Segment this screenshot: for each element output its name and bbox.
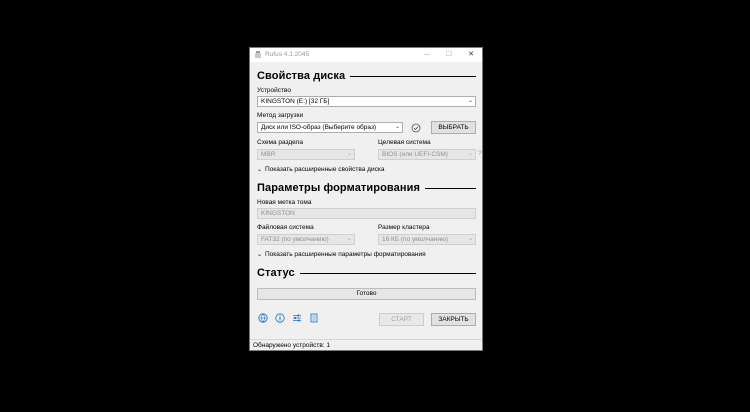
cluster-size-value: 16 КБ (по умолчанию) — [382, 236, 449, 243]
check-hash-icon[interactable] — [411, 123, 421, 133]
drive-properties-heading: Свойства диска — [257, 69, 476, 83]
device-value: KINGSTON (E:) [32 ГБ] — [261, 98, 330, 105]
partition-scheme-label: Схема раздела — [257, 139, 303, 146]
devices-found-text: Обнаружено устройств: 1 — [253, 342, 330, 349]
target-system-select[interactable]: BIOS (или UEFI-CSM) ⌄ — [378, 149, 476, 160]
drive-properties-title: Свойства диска — [257, 70, 346, 82]
select-image-button[interactable]: ВЫБРАТЬ — [431, 121, 476, 134]
chevron-down-icon: ⌄ — [394, 124, 400, 130]
status-text: Готово — [356, 290, 377, 297]
boot-method-value: Диск или ISO-образ (Выберите образ) — [261, 124, 377, 131]
status-heading: Статус — [257, 266, 476, 280]
file-system-select[interactable]: FAT32 (по умолчанию) ⌄ — [257, 234, 355, 245]
target-help-icon[interactable]: ? — [478, 150, 482, 157]
advanced-format-label: Показать расширенные параметры форматиро… — [265, 251, 426, 258]
chevron-down-icon: ⌄ — [257, 167, 263, 173]
boot-method-label: Метод загрузки — [257, 112, 304, 119]
advanced-format-toggle[interactable]: ⌄ Показать расширенные параметры форматир… — [257, 251, 426, 258]
volume-label-value: KINGSTON — [261, 210, 295, 217]
target-system-value: BIOS (или UEFI-CSM) — [382, 151, 448, 158]
chevron-down-icon: ⌄ — [346, 151, 352, 157]
status-footer: Обнаружено устройств: 1 — [250, 339, 482, 350]
chevron-down-icon: ⌄ — [346, 236, 352, 242]
chevron-down-icon: ⌄ — [467, 98, 473, 104]
cluster-size-label: Размер кластера — [378, 224, 430, 231]
cluster-size-select[interactable]: 16 КБ (по умолчанию) ⌄ — [378, 234, 476, 245]
status-title: Статус — [257, 267, 295, 279]
target-system-label: Целевая система — [378, 139, 431, 146]
language-icon[interactable] — [258, 313, 268, 323]
chevron-down-icon: ⌄ — [467, 236, 473, 242]
format-options-title: Параметры форматирования — [257, 182, 420, 194]
minimize-button[interactable]: — — [416, 48, 438, 62]
title-bar: Rufus 4.1.2045 — ☐ ✕ — [250, 48, 482, 62]
maximize-button[interactable]: ☐ — [438, 48, 460, 62]
advanced-drive-label: Показать расширенные свойства диска — [265, 166, 385, 173]
close-window-button[interactable]: ✕ — [460, 48, 482, 62]
device-select[interactable]: KINGSTON (E:) [32 ГБ] ⌄ — [257, 96, 476, 107]
volume-label-label: Новая метка тома — [257, 199, 312, 206]
partition-scheme-value: MBR — [261, 151, 276, 158]
advanced-drive-toggle[interactable]: ⌄ Показать расширенные свойства диска — [257, 166, 384, 173]
close-button[interactable]: ЗАКРЫТЬ — [431, 313, 476, 326]
section-divider — [350, 75, 476, 77]
status-progress-bar: Готово — [257, 288, 476, 300]
partition-scheme-select[interactable]: MBR ⌄ — [257, 149, 355, 160]
section-divider — [299, 272, 476, 274]
boot-method-select[interactable]: Диск или ISO-образ (Выберите образ) ⌄ — [257, 122, 403, 133]
chevron-down-icon: ⌄ — [467, 151, 473, 157]
chevron-down-icon: ⌄ — [257, 252, 263, 258]
volume-label-input[interactable]: KINGSTON — [257, 208, 476, 219]
format-options-heading: Параметры форматирования — [257, 181, 476, 195]
file-system-value: FAT32 (по умолчанию) — [261, 236, 329, 243]
file-system-label: Файловая система — [257, 224, 314, 231]
log-icon[interactable] — [309, 313, 319, 323]
settings-sliders-icon[interactable] — [292, 313, 302, 323]
start-button[interactable]: СТАРТ — [379, 313, 424, 326]
rufus-window: Rufus 4.1.2045 — ☐ ✕ Свойства диска Устр… — [249, 47, 483, 351]
device-label: Устройство — [257, 87, 292, 94]
section-divider — [424, 187, 476, 189]
window-title: Rufus 4.1.2045 — [265, 51, 310, 58]
info-icon[interactable] — [275, 313, 285, 323]
usb-drive-icon — [255, 51, 261, 58]
